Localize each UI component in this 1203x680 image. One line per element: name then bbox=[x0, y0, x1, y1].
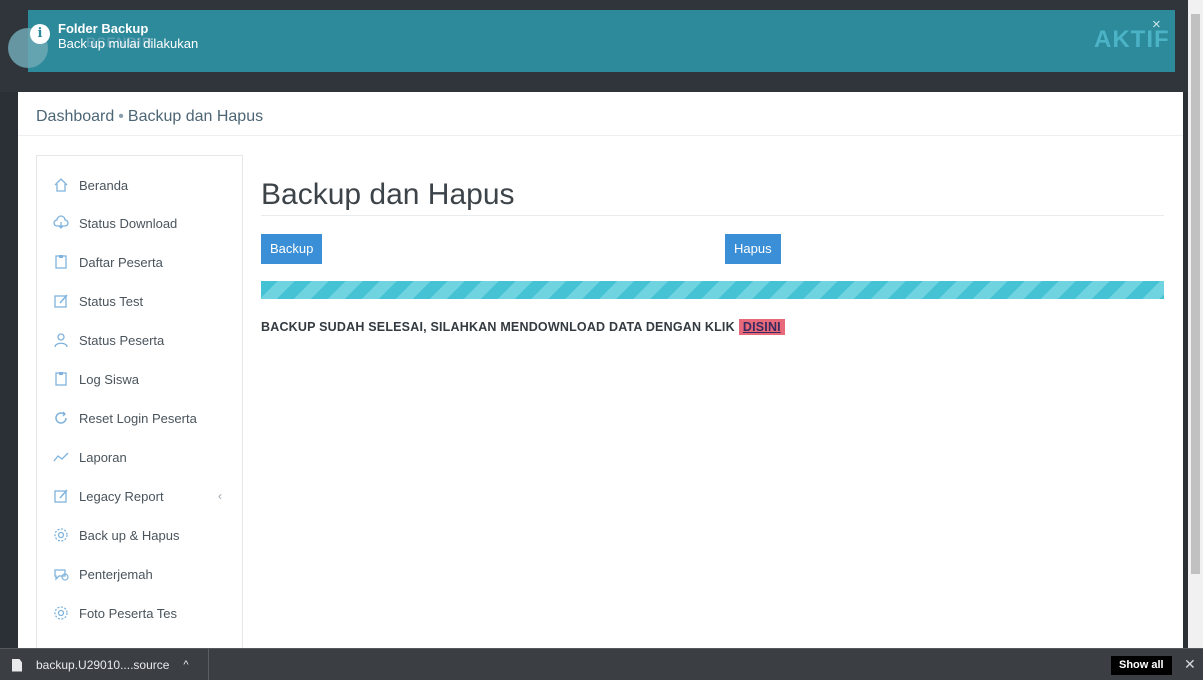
hapus-button[interactable]: Hapus bbox=[725, 234, 781, 264]
breadcrumb-separator: • bbox=[118, 108, 124, 125]
sidebar-item-label: Foto Peserta Tes bbox=[79, 605, 178, 621]
result-message: BACKUP SUDAH SELESAI, SILAHKAN MENDOWNLO… bbox=[261, 319, 785, 335]
status-label: AKTIF bbox=[1094, 26, 1170, 53]
sidebar-item-label: Back up & Hapus bbox=[79, 527, 180, 543]
download-link[interactable]: DISINI bbox=[738, 319, 785, 335]
progress-bar bbox=[261, 281, 1164, 299]
title-divider bbox=[261, 215, 1164, 216]
download-item[interactable]: backup.U29010....source ^ bbox=[0, 649, 209, 680]
sidebar-item-label: Status Download bbox=[79, 215, 178, 231]
edit-icon bbox=[54, 294, 68, 308]
sidebar-item-legacy-report[interactable]: Legacy Report ‹ bbox=[37, 477, 242, 515]
sidebar-item-label: Penterjemah bbox=[79, 566, 153, 582]
breadcrumb-current: Backup dan Hapus bbox=[127, 108, 264, 125]
sidebar-item-log-siswa[interactable]: Log Siswa bbox=[37, 360, 242, 398]
download-bar: backup.U29010....source ^ Show all ✕ bbox=[0, 648, 1203, 680]
refresh-icon bbox=[55, 411, 67, 424]
clipboard-icon bbox=[55, 255, 67, 269]
sidebar-item-backup-hapus[interactable]: Back up & Hapus bbox=[37, 516, 242, 554]
download-file-name: backup.U29010....source bbox=[36, 658, 170, 672]
info-icon: i bbox=[30, 24, 50, 44]
breadcrumb: Dashboard • Backup dan Hapus bbox=[36, 108, 263, 126]
backup-button[interactable]: Backup bbox=[261, 234, 323, 264]
scrollbar-thumb[interactable] bbox=[1191, 14, 1200, 574]
close-icon[interactable]: ✕ bbox=[1184, 656, 1196, 673]
user-icon bbox=[54, 333, 68, 348]
sidebar-item-status-test[interactable]: Status Test bbox=[37, 282, 242, 320]
sidebar-item-status-peserta[interactable]: Status Peserta bbox=[37, 321, 242, 359]
sidebar-item-reset-login-peserta[interactable]: Reset Login Peserta bbox=[37, 399, 242, 437]
sidebar-item-foto-peserta-tes[interactable]: Foto Peserta Tes bbox=[37, 594, 242, 632]
sidebar-item-label: Status Peserta bbox=[79, 332, 165, 348]
chat-icon bbox=[54, 569, 69, 581]
sidebar-item-label: Daftar Peserta bbox=[79, 254, 163, 270]
show-all-button[interactable]: Show all bbox=[1111, 656, 1172, 675]
notification-banner: BSENDIR i Folder Backup Back up mulai di… bbox=[8, 10, 1175, 72]
sidebar-item-label: Status Test bbox=[79, 293, 144, 309]
sidebar-item-laporan[interactable]: Laporan bbox=[37, 438, 242, 476]
result-text: BACKUP SUDAH SELESAI, SILAHKAN MENDOWNLO… bbox=[261, 320, 735, 334]
page-title: Backup dan Hapus bbox=[261, 178, 515, 211]
main-panel: Dashboard • Backup dan Hapus Beranda Statu… bbox=[18, 92, 1183, 655]
gear-icon bbox=[54, 528, 68, 542]
sidebar: Beranda Status Download Daftar Peserta S… bbox=[36, 155, 243, 655]
notification-title: Folder Backup bbox=[58, 21, 149, 36]
cloud-download-icon bbox=[53, 215, 69, 229]
file-icon bbox=[12, 658, 22, 672]
notification-message: Back up mulai dilakukan bbox=[58, 36, 199, 51]
sidebar-item-label: Reset Login Peserta bbox=[79, 410, 197, 426]
sidebar-item-label: Legacy Report bbox=[79, 488, 164, 504]
gear-icon bbox=[54, 606, 68, 620]
breadcrumb-divider bbox=[18, 135, 1183, 136]
breadcrumb-dashboard[interactable]: Dashboard bbox=[36, 108, 114, 125]
sidebar-item-label: Log Siswa bbox=[79, 371, 139, 387]
sidebar-item-status-download[interactable]: Status Download bbox=[37, 204, 242, 242]
vertical-scrollbar[interactable] bbox=[1188, 0, 1203, 648]
edit-icon bbox=[54, 489, 68, 503]
sidebar-item-label: Laporan bbox=[79, 449, 127, 465]
home-icon bbox=[54, 178, 68, 192]
sidebar-item-label: Beranda bbox=[79, 177, 129, 193]
sidebar-item-penterjemah[interactable]: Penterjemah bbox=[37, 555, 242, 593]
chart-line-icon bbox=[53, 452, 69, 462]
clipboard-icon bbox=[55, 372, 67, 386]
sidebar-item-daftar-peserta[interactable]: Daftar Peserta bbox=[37, 243, 242, 281]
chevron-left-icon: ‹ bbox=[218, 489, 222, 503]
sidebar-item-beranda[interactable]: Beranda bbox=[37, 166, 242, 204]
caret-up-icon[interactable]: ^ bbox=[183, 659, 188, 671]
